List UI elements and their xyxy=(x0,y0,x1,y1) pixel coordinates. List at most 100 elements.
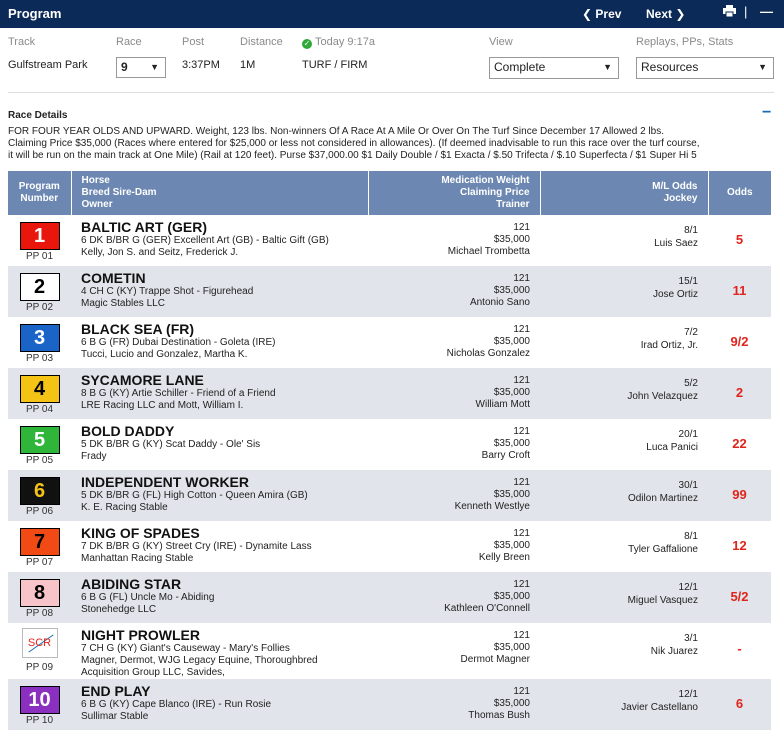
horse-owner: Tucci, Lucio and Gonzalez, Martha K. xyxy=(81,349,248,360)
horse-breed: 4 CH C (KY) Trappe Shot - Figurehead xyxy=(81,286,254,297)
post-value: 3:37PM xyxy=(182,59,220,71)
weight: 121 xyxy=(513,273,530,284)
prev-button[interactable]: ❮ Prev xyxy=(582,7,621,21)
program-cell: 7 PP 07 xyxy=(8,521,71,572)
resources-value: Resources xyxy=(641,60,699,74)
ml-odds: 20/1 xyxy=(678,429,698,440)
claiming-price: $35,000 xyxy=(493,698,530,709)
col-ml-odds: M/L Odds Jockey xyxy=(540,171,709,215)
race-select[interactable]: 9 ▼ xyxy=(116,57,166,78)
medication-cell: 121 $35,000 Thomas Bush xyxy=(368,679,540,730)
odds-cell: - xyxy=(737,641,742,656)
claiming-price: $35,000 xyxy=(493,642,530,653)
odds-cell: 12 xyxy=(732,538,747,553)
horse-breed: 6 DK B/BR G (GER) Excellent Art (GB) - B… xyxy=(81,235,329,246)
jockey-cell: 8/1 Luis Saez xyxy=(540,215,708,266)
trainer: Thomas Bush xyxy=(468,710,530,721)
program-cell: 5 PP 05 xyxy=(8,419,71,470)
col-horse-text: Horse Breed Sire-Dam Owner xyxy=(81,175,157,210)
odds-cell: 22 xyxy=(732,436,747,451)
col-medication-text: Medication Weight Claiming Price Trainer xyxy=(441,175,530,210)
program-number-badge: 3 xyxy=(19,324,60,352)
dropdown-arrow-icon: ▼ xyxy=(758,62,767,72)
program-cell: 4 PP 04 xyxy=(8,368,71,419)
program-cell: 3 PP 03 xyxy=(8,317,71,368)
weight: 121 xyxy=(513,528,530,539)
col-horse: Horse Breed Sire-Dam Owner xyxy=(71,171,369,215)
table-row[interactable]: 1 PP 01 BALTIC ART (GER) 6 DK B/BR G (GER) … xyxy=(8,215,771,266)
odds-cell: 99 xyxy=(732,487,747,502)
col-program-number-text: Program Number xyxy=(18,181,60,204)
horse-name-link[interactable]: SYCAMORE LANE xyxy=(81,372,368,388)
table-row[interactable]: 6 PP 06 INDEPENDENT WORKER 5 DK B/BR G (FL)… xyxy=(8,470,771,521)
distance-value: 1M xyxy=(240,59,256,71)
next-label: Next xyxy=(646,7,673,21)
trainer: Antonio Sano xyxy=(469,297,530,308)
table-row[interactable]: 5 PP 05 BOLD DADDY 5 DK B/BR G (KY) Scat Da… xyxy=(8,419,771,470)
post-position: PP 08 xyxy=(25,608,54,619)
ml-odds: 12/1 xyxy=(678,689,698,700)
trainer: Kenneth Westlye xyxy=(454,501,530,512)
print-icon[interactable] xyxy=(723,5,736,20)
horse-name-link[interactable]: KING OF SPADES xyxy=(81,525,368,541)
horse-breed: 8 B G (KY) Artie Schiller - Friend of a … xyxy=(81,388,276,399)
weight: 121 xyxy=(513,324,530,335)
jockey-cell: 8/1 Tyler Gaffalione xyxy=(540,521,708,572)
table-row[interactable]: 10 PP 10 END PLAY 6 B G (KY) Cape Blanco (I… xyxy=(8,679,771,730)
horse-name-link[interactable]: NIGHT PROWLER xyxy=(81,627,368,643)
track-label: Track xyxy=(8,36,36,48)
horse-name-link[interactable]: COMETIN xyxy=(81,270,368,286)
today-status: ✓ Today 9:17a xyxy=(302,36,375,49)
program-number-badge: 6 xyxy=(19,477,60,505)
program-number-badge: 7 xyxy=(19,528,60,556)
horse-cell: SYCAMORE LANE 8 B G (KY) Artie Schiller -… xyxy=(71,368,368,419)
weight: 121 xyxy=(513,375,530,386)
collapse-icon[interactable]: — xyxy=(760,4,773,19)
horse-owner-cont: Acquisition Group LLC, Savides, xyxy=(81,667,225,678)
odds-cell: 6 xyxy=(735,696,744,711)
table-row[interactable]: 4 PP 04 SYCAMORE LANE 8 B G (KY) Artie Schi… xyxy=(8,368,771,419)
jockey: Tyler Gaffalione xyxy=(628,544,698,555)
race-details-toggle-icon[interactable]: − xyxy=(762,104,774,122)
scratched-badge: SCR xyxy=(21,628,58,658)
table-row[interactable]: 8 PP 08 ABIDING STAR 6 B G (FL) Uncle Mo - … xyxy=(8,572,771,623)
trainer: Michael Trombetta xyxy=(447,246,530,257)
claiming-price: $35,000 xyxy=(493,540,530,551)
table-row[interactable]: 2 PP 02 COMETIN 4 CH C (KY) Trappe Shot - F… xyxy=(8,266,771,317)
horse-owner: Magner, Dermot, WJG Legacy Equine, Thoro… xyxy=(81,655,318,666)
medication-cell: 121 $35,000 Michael Trombetta xyxy=(368,215,540,266)
replays-label: Replays, PPs, Stats xyxy=(636,36,734,48)
odds-cell: 5 xyxy=(735,232,744,247)
race-details-title: Race Details xyxy=(8,110,68,121)
post-position: PP 04 xyxy=(25,404,54,415)
horse-cell: COMETIN 4 CH C (KY) Trappe Shot - Figureh… xyxy=(71,266,368,317)
col-ml-odds-text: M/L Odds Jockey xyxy=(652,181,698,204)
next-button[interactable]: Next ❯ xyxy=(646,7,685,21)
horse-name-link[interactable]: BOLD DADDY xyxy=(81,423,368,439)
table-row[interactable]: 7 PP 07 KING OF SPADES 7 DK B/BR G (KY) Str… xyxy=(8,521,771,572)
jockey: Miguel Vasquez xyxy=(627,595,698,606)
jockey: Nik Juarez xyxy=(650,646,698,657)
horse-name-link[interactable]: END PLAY xyxy=(81,683,368,699)
horse-name-link[interactable]: BLACK SEA (FR) xyxy=(81,321,368,337)
post-label: Post xyxy=(182,36,205,48)
col-program-number: Program Number xyxy=(8,171,72,215)
entries-table: Program Number Horse Breed Sire-Dam Owne… xyxy=(8,171,771,730)
horse-name-link[interactable]: INDEPENDENT WORKER xyxy=(81,474,368,490)
view-select[interactable]: Complete ▼ xyxy=(489,57,619,79)
medication-cell: 121 $35,000 Antonio Sano xyxy=(368,266,540,317)
horse-name-link[interactable]: ABIDING STAR xyxy=(81,576,368,592)
race-value: 9 xyxy=(121,60,128,74)
jockey-cell: 5/2 John Velazquez xyxy=(540,368,708,419)
resources-select[interactable]: Resources ▼ xyxy=(636,57,774,79)
jockey: John Velazquez xyxy=(627,391,698,402)
horse-owner: Manhattan Racing Stable xyxy=(81,553,194,564)
horse-owner: Magic Stables LLC xyxy=(81,298,165,309)
horse-breed: 5 DK B/BR G (FL) High Cotton - Queen Ami… xyxy=(81,490,308,501)
horse-name-link[interactable]: BALTIC ART (GER) xyxy=(81,219,368,235)
table-row[interactable]: 3 PP 03 BLACK SEA (FR) 6 B G (FR) Dubai Des… xyxy=(8,317,771,368)
medication-cell: 121 $35,000 Kelly Breen xyxy=(368,521,540,572)
distance-label: Distance xyxy=(240,36,283,48)
table-row[interactable]: SCR PP 09 NIGHT PROWLER 7 CH G (KY) Giant's… xyxy=(8,623,771,679)
horse-owner: Kelly, Jon S. and Seitz, Frederick J. xyxy=(81,247,239,258)
